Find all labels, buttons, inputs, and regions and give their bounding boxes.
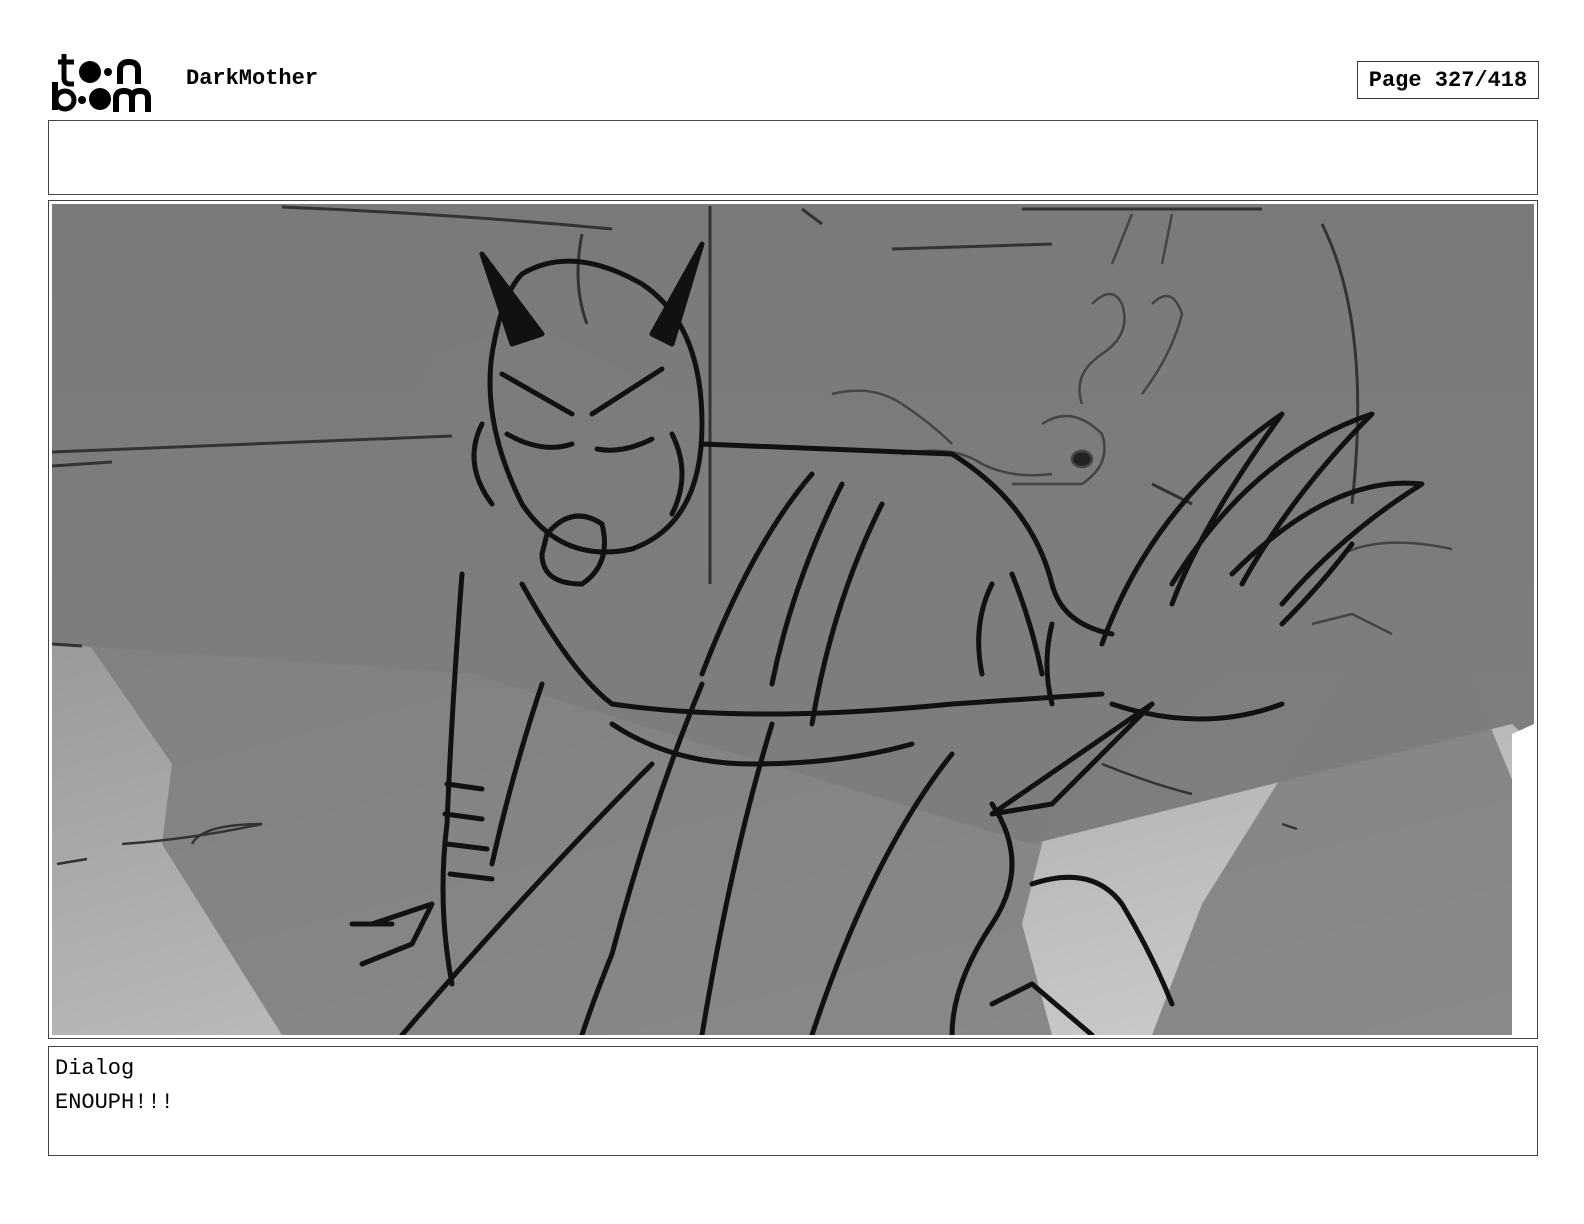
action-notes-box — [48, 120, 1538, 195]
toon-boom-logo-icon — [52, 54, 151, 112]
page-number: Page 327/418 — [1357, 61, 1539, 99]
project-title: DarkMother — [186, 66, 319, 91]
dialog-text: ENOUPH!!! — [55, 1090, 174, 1115]
dialog-box: Dialog ENOUPH!!! — [48, 1046, 1538, 1156]
dialog-label: Dialog — [55, 1056, 135, 1081]
storyboard-sketch-icon — [52, 204, 1534, 1035]
